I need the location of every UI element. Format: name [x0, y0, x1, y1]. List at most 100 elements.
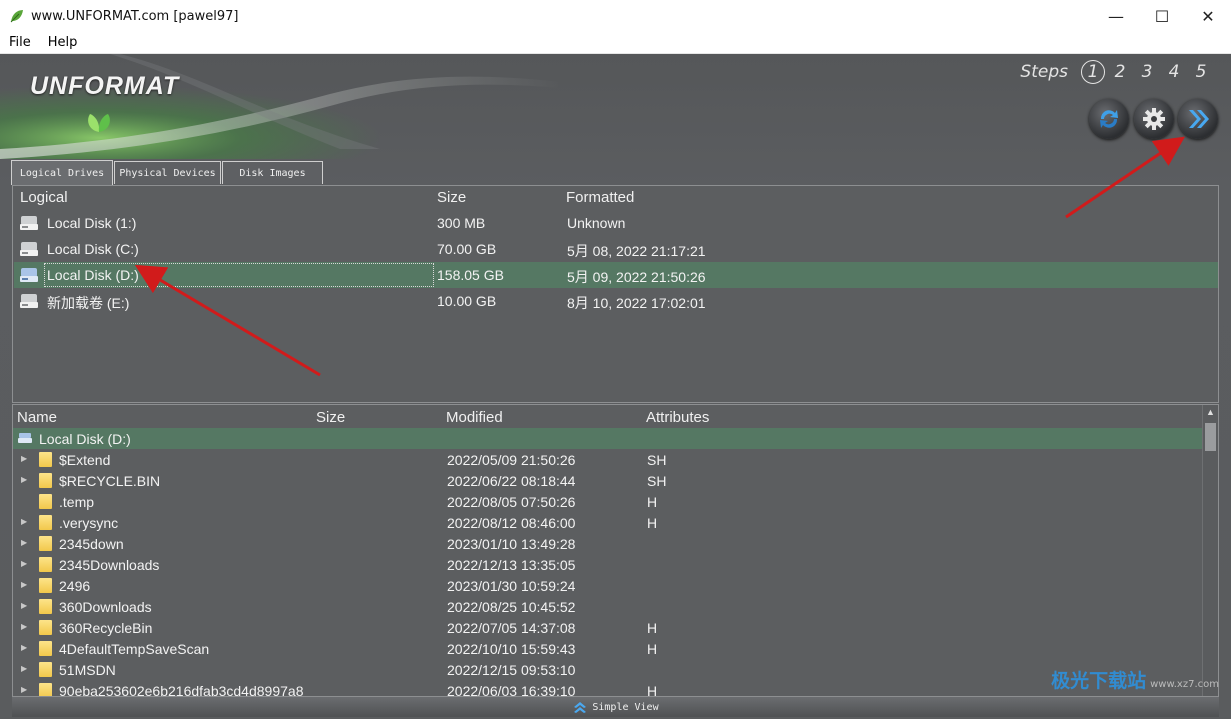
col-modified[interactable]: Modified: [446, 409, 503, 426]
expand-arrow-icon[interactable]: ▶: [21, 454, 27, 463]
close-button[interactable]: ✕: [1185, 0, 1231, 32]
file-modified: 2022/08/25 10:45:52: [447, 599, 576, 615]
refresh-button[interactable]: [1089, 99, 1129, 139]
minimize-button[interactable]: —: [1093, 0, 1139, 32]
file-row[interactable]: ▶ 2496 2023/01/30 10:59:24: [13, 575, 1203, 596]
expand-arrow-icon[interactable]: ▶: [21, 475, 27, 484]
maximize-button[interactable]: ☐: [1139, 0, 1185, 32]
file-name: 2345Downloads: [59, 557, 160, 573]
file-attributes: H: [647, 515, 658, 531]
expand-arrow-icon[interactable]: ▶: [21, 643, 27, 652]
col-logical[interactable]: Logical: [20, 189, 68, 206]
file-modified: 2023/01/10 13:49:28: [447, 536, 576, 552]
col-size[interactable]: Size: [437, 189, 466, 206]
hard-disk-icon: [20, 294, 38, 308]
drive-row[interactable]: Local Disk (1:) 300 MB Unknown: [14, 210, 1218, 236]
file-modified: 2023/01/30 10:59:24: [447, 578, 576, 594]
simple-view-label: Simple View: [592, 701, 659, 713]
file-row[interactable]: ▶ .verysync 2022/08/12 08:46:00 H: [13, 512, 1203, 533]
simple-view-bar[interactable]: Simple View: [12, 697, 1219, 717]
expand-arrow-icon[interactable]: ▶: [21, 559, 27, 568]
file-modified: 2022/06/03 16:39:10: [447, 683, 576, 697]
file-attributes: H: [647, 683, 658, 697]
file-modified: 2022/08/12 08:46:00: [447, 515, 576, 531]
file-modified: 2022/05/09 21:50:26: [447, 452, 576, 468]
folder-icon: [39, 578, 52, 593]
file-row[interactable]: ▶ 51MSDN 2022/12/15 09:53:10: [13, 659, 1203, 680]
window-title: www.UNFORMAT.com [pawel97]: [31, 8, 239, 24]
folder-icon: [39, 557, 52, 572]
expand-arrow-icon[interactable]: ▶: [21, 517, 27, 526]
scroll-thumb[interactable]: [1205, 423, 1216, 451]
expand-arrow-icon[interactable]: ▶: [21, 664, 27, 673]
next-step-button[interactable]: [1178, 99, 1218, 139]
logical-drives-list: Logical Size Formatted Local Disk (1:) 3…: [12, 185, 1219, 403]
file-row[interactable]: ▶ $RECYCLE.BIN 2022/06/22 08:18:44 SH: [13, 470, 1203, 491]
gear-icon: [1143, 108, 1165, 130]
folder-icon: [39, 683, 52, 696]
file-attributes: SH: [647, 473, 667, 489]
file-name: 2345down: [59, 536, 124, 552]
file-name: 4DefaultTempSaveScan: [59, 641, 210, 657]
file-row[interactable]: ▶ 4DefaultTempSaveScan 2022/10/10 15:59:43…: [13, 638, 1203, 659]
tab-disk-images[interactable]: Disk Images: [222, 161, 323, 184]
col-formatted[interactable]: Formatted: [566, 189, 634, 206]
file-row[interactable]: ▶ $Extend 2022/05/09 21:50:26 SH: [13, 449, 1203, 470]
menu-bar: File Help: [0, 32, 1231, 54]
tab-physical-devices[interactable]: Physical Devices: [114, 161, 221, 184]
drive-row[interactable]: 新加载卷 (E:) 10.00 GB 8月 10, 2022 17:02:01: [14, 288, 1218, 314]
col-attributes[interactable]: Attributes: [646, 409, 709, 426]
drive-row-selected[interactable]: Local Disk (D:) 158.05 GB 5月 09, 2022 21…: [14, 262, 1218, 288]
expand-arrow-icon[interactable]: ▶: [21, 685, 27, 694]
file-row[interactable]: ▶ 360Downloads 2022/08/25 10:45:52: [13, 596, 1203, 617]
hard-disk-icon: [20, 216, 38, 230]
folder-icon: [39, 473, 52, 488]
expand-arrow-icon[interactable]: ▶: [21, 538, 27, 547]
tree-root-row[interactable]: Local Disk (D:): [13, 428, 1203, 449]
unformat-logo: UNFORMAT: [30, 72, 180, 100]
menu-file[interactable]: File: [9, 35, 31, 50]
title-bar: www.UNFORMAT.com [pawel97] — ☐ ✕: [0, 0, 1231, 32]
expand-arrow-icon[interactable]: ▶: [21, 601, 27, 610]
file-row[interactable]: ▶ 360RecycleBin 2022/07/05 14:37:08 H: [13, 617, 1203, 638]
file-row[interactable]: .temp 2022/08/05 07:50:26 H: [13, 491, 1203, 512]
root-name: Local Disk (D:): [39, 431, 131, 447]
double-chevron-right-icon: [1189, 110, 1209, 128]
app-body: UNFORMAT Steps 1 2 3 4 5 Logical Drives …: [0, 54, 1231, 719]
tab-logical-drives[interactable]: Logical Drives: [11, 160, 113, 185]
drive-name: Local Disk (C:): [47, 241, 139, 257]
steps-indicator: Steps 1 2 3 4 5: [1020, 60, 1213, 84]
file-name: $RECYCLE.BIN: [59, 473, 161, 489]
drive-size: 300 MB: [437, 215, 486, 231]
folder-icon: [39, 620, 52, 635]
col-file-size[interactable]: Size: [316, 409, 345, 426]
file-row[interactable]: ▶ 2345Downloads 2022/12/13 13:35:05: [13, 554, 1203, 575]
expand-arrow-icon[interactable]: ▶: [21, 622, 27, 631]
file-attributes: H: [647, 620, 658, 636]
window-controls: — ☐ ✕: [1093, 0, 1231, 32]
file-modified: 2022/10/10 15:59:43: [447, 641, 576, 657]
drive-small-icon: [18, 433, 32, 443]
drive-formatted: 5月 08, 2022 21:17:21: [567, 243, 706, 259]
col-name[interactable]: Name: [17, 409, 57, 426]
file-row[interactable]: ▶ 90eba253602e6b216dfab3cd4d8997a8 2022/06…: [13, 680, 1203, 697]
file-modified: 2022/12/13 13:35:05: [447, 557, 576, 573]
vertical-scrollbar[interactable]: ▲: [1202, 405, 1218, 696]
expand-arrow-icon[interactable]: ▶: [21, 580, 27, 589]
drive-size: 10.00 GB: [437, 293, 497, 309]
file-name: 90eba253602e6b216dfab3cd4d8997a8: [59, 683, 304, 697]
drive-name: Local Disk (1:): [47, 215, 137, 231]
drive-row[interactable]: Local Disk (C:) 70.00 GB 5月 08, 2022 21:…: [14, 236, 1218, 262]
file-attributes: H: [647, 494, 658, 510]
drive-formatted: 8月 10, 2022 17:02:01: [567, 295, 706, 311]
double-chevron-up-icon: [574, 702, 587, 713]
file-row[interactable]: ▶ 2345down 2023/01/10 13:49:28: [13, 533, 1203, 554]
files-header: Name Size Modified Attributes: [13, 405, 1203, 427]
scroll-up-icon[interactable]: ▲: [1206, 407, 1215, 417]
menu-help[interactable]: Help: [48, 35, 78, 50]
file-name: .temp: [59, 494, 95, 510]
file-attributes: H: [647, 641, 658, 657]
settings-button[interactable]: [1134, 99, 1174, 139]
hard-disk-icon: [20, 242, 38, 256]
drive-name: 新加载卷 (E:): [47, 295, 130, 311]
